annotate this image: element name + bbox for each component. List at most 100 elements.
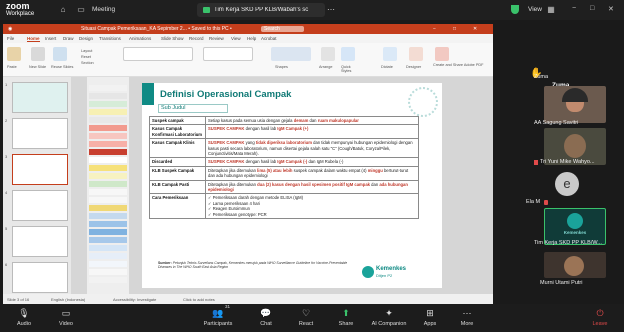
home-icon[interactable]: ⌂	[58, 5, 68, 15]
color-band	[89, 109, 127, 115]
chat-button[interactable]: 💬 Chat	[246, 307, 286, 331]
ppt-title-bar: ◉ Situasi Campak Pemeriksaan_KA Sepimber…	[3, 24, 493, 34]
react-button[interactable]: ♡ React	[286, 307, 326, 331]
autosave-toggle[interactable]: ◉	[8, 26, 12, 32]
definition-text-mid: suspek campak dalam waktu empat (4)	[292, 167, 368, 173]
ppt-ribbon: Paste New Slide Reuse Slides Layout Rese…	[3, 43, 493, 77]
slide-thumbnail-3[interactable]	[12, 154, 68, 185]
ppt-close-icon[interactable]: ✕	[473, 26, 477, 32]
ppt-tab-slide-show[interactable]: Slide Show	[161, 36, 184, 41]
slide-thumbnail-6[interactable]	[12, 262, 68, 293]
more-button[interactable]: ⋯ More	[447, 307, 487, 331]
new-slide-icon[interactable]	[31, 47, 45, 61]
leave-button[interactable]: ⏻ Leave	[580, 307, 620, 331]
grid-view-icon[interactable]: ▦	[546, 5, 556, 15]
definitions-table[interactable]: Suspek campak Setiap kasus pada semua usi…	[149, 115, 419, 220]
apps-button[interactable]: ⊞ Apps	[410, 307, 450, 331]
share-screen-icon: ⬆	[342, 308, 350, 318]
definition-text-pre: Ditetapkan jika ditemukan	[208, 181, 258, 187]
arrange-icon[interactable]	[321, 47, 335, 61]
method-text: Reagen Euroimmun	[212, 206, 250, 212]
people-icon: 👥	[212, 308, 224, 318]
slide-title[interactable]: Definisi Operasional Campak	[160, 89, 291, 100]
ppt-tab-home[interactable]: Home	[27, 36, 40, 42]
participant-video-tile[interactable]	[544, 86, 606, 123]
video-button[interactable]: ▭ Video	[46, 307, 86, 331]
ppt-maximize-icon[interactable]: □	[453, 26, 456, 32]
current-slide[interactable]: Definisi Operasional Campak Sub Judul Su…	[142, 83, 442, 288]
slide-thumbnail-2[interactable]	[12, 118, 68, 149]
color-band	[89, 205, 127, 211]
ppt-search-box[interactable]: Search	[261, 26, 304, 32]
ppt-tab-draw[interactable]: Draw	[63, 36, 74, 41]
designer-icon[interactable]	[409, 47, 423, 61]
dictate-icon[interactable]	[383, 47, 397, 61]
ppt-tab-record[interactable]: Record	[189, 36, 204, 41]
definition-description: SUSPEK CAMPAK dengan hasil lab IgM Campa…	[205, 124, 419, 140]
more-options-icon[interactable]: ⋯	[326, 5, 336, 15]
ppt-tab-animations[interactable]: Animations	[129, 36, 151, 41]
participant-video-tile[interactable]	[544, 252, 606, 278]
ppt-tab-design[interactable]: Design	[79, 36, 93, 41]
participant-avatar[interactable]: e	[555, 172, 579, 196]
zoom-window: zoom Workplace ⌂ ▭ Meeting Tim Kerja SKD…	[0, 0, 624, 332]
slide-counter: Slide 3 of 16	[7, 297, 30, 302]
slide-thumbnail-1[interactable]	[12, 82, 68, 113]
definition-description: Ditetapkan jika ditemukan dua (2) kasus …	[205, 179, 419, 195]
slide-thumbnail-4[interactable]	[12, 190, 68, 221]
ppt-tab-view[interactable]: View	[231, 36, 241, 41]
ai-companion-button[interactable]: ✦ AI Companion	[366, 307, 412, 331]
language-status[interactable]: English (Indonesia)	[51, 297, 85, 302]
zoom-logo: zoom Workplace	[6, 2, 34, 18]
kemenkes-logo-mark	[362, 266, 374, 278]
definition-term: KLB Campak Pasti	[149, 179, 206, 195]
slide-subtitle[interactable]: Sub Judul	[158, 104, 228, 113]
kemenkes-logo: Kemenkes Ditjen P2	[362, 265, 422, 281]
notes-placeholder[interactable]: Click to add notes	[183, 297, 215, 302]
definition-term: Cara Pemeriksaan	[149, 193, 206, 220]
maximize-icon[interactable]: □	[590, 5, 594, 12]
ppt-tab-file[interactable]: File	[7, 36, 14, 41]
zoom-top-bar: zoom Workplace ⌂ ▭ Meeting Tim Kerja SKD…	[0, 0, 624, 20]
share-button[interactable]: ⬆ Share	[326, 307, 366, 331]
reset-label[interactable]: Reset	[81, 55, 91, 59]
ppt-minimize-icon[interactable]: −	[433, 26, 436, 32]
create-adobe-pdf-icon[interactable]	[435, 47, 449, 61]
ppt-tab-transitions[interactable]: Transitions	[99, 36, 121, 41]
ppt-tab-insert[interactable]: Insert	[45, 36, 56, 41]
definition-term: Kasus Campak Klinis	[149, 138, 206, 159]
color-band	[89, 173, 127, 179]
layout-label[interactable]: Layout	[81, 49, 92, 53]
leave-label: Leave	[592, 321, 608, 327]
ppt-tab-acrobat[interactable]: Acrobat	[261, 36, 277, 41]
definition-text-mid: dan	[308, 118, 318, 123]
shapes-gallery[interactable]	[271, 47, 311, 61]
more-dots-icon: ⋯	[462, 308, 472, 318]
slide-thumbnail-5[interactable]	[12, 226, 68, 257]
method-item: ✓ Pemeriksaan genotype: PCR	[208, 212, 416, 217]
security-shield-icon[interactable]	[511, 5, 519, 14]
meeting-tab[interactable]: Meeting	[92, 6, 115, 13]
color-band	[89, 93, 127, 99]
muted-mic-icon	[544, 200, 548, 205]
footnote-text: Petunjuk Teknis Surveilans Campak, Kemen…	[158, 261, 348, 270]
paste-icon[interactable]	[7, 47, 21, 61]
definition-text-h1: SUSPEK CAMPAK	[208, 159, 245, 165]
font-selector[interactable]	[123, 47, 193, 61]
participants-button[interactable]: 👥 Participants	[196, 307, 240, 331]
view-menu[interactable]: View	[528, 6, 542, 13]
ppt-tab-review[interactable]: Review	[209, 36, 224, 41]
video-camera-icon[interactable]: ▭	[76, 5, 86, 15]
ppt-tab-help[interactable]: Help	[247, 36, 256, 41]
section-label[interactable]: Section	[81, 61, 94, 65]
definition-text-h2: IgM Campak (-)	[277, 159, 308, 165]
screen-share-indicator[interactable]: Tim Kerja SKD PP KLB/Wabah's sc	[197, 3, 325, 17]
shared-screen[interactable]: ◉ Situasi Campak Pemeriksaan_KA Sepimber…	[3, 24, 493, 304]
paragraph-controls[interactable]	[203, 47, 253, 61]
quick-styles-icon[interactable]	[341, 47, 355, 61]
close-icon[interactable]: ✕	[608, 5, 614, 13]
audio-button[interactable]: 🎙 Audio	[4, 307, 44, 331]
reuse-slides-icon[interactable]	[53, 47, 67, 61]
accessibility-status[interactable]: Accessibility: Investigate	[113, 297, 156, 302]
minimize-icon[interactable]: −	[572, 5, 576, 12]
